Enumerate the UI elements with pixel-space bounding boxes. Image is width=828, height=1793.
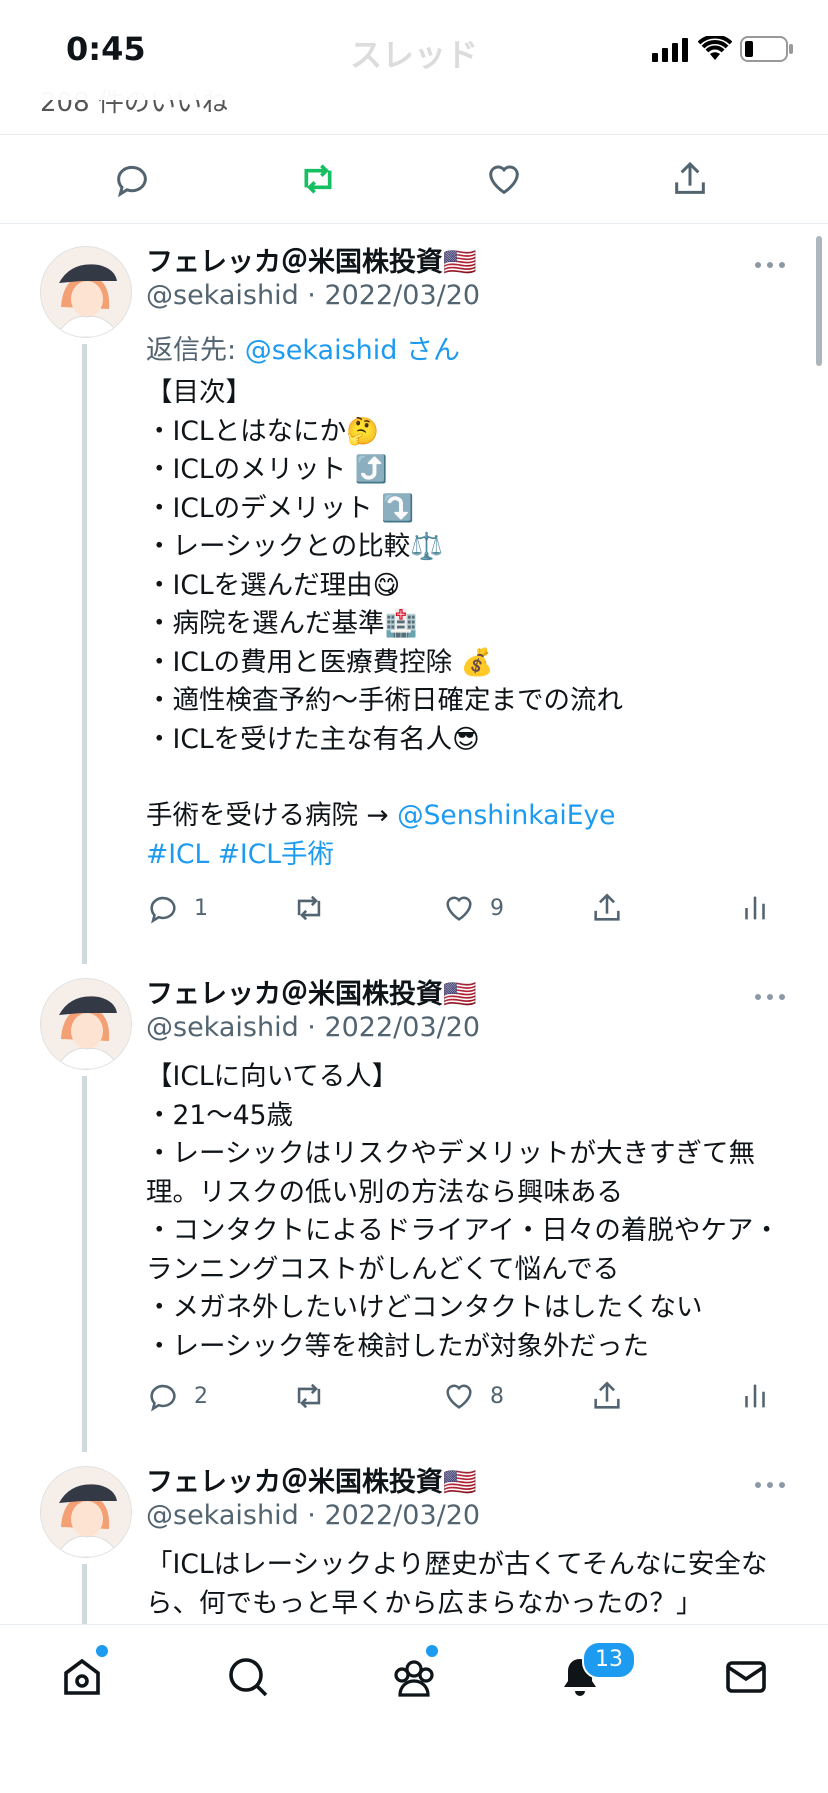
reply-button[interactable]: 2 (146, 1376, 208, 1416)
main-tweet-actions (0, 134, 828, 224)
thread-line (82, 1076, 87, 1452)
battery-icon (740, 36, 793, 62)
handle-date: @sekaishid · 2022/03/20 (146, 1012, 481, 1043)
share-icon (594, 893, 620, 921)
display-name[interactable]: フェレッカ＠米国株投資🇺🇸 (146, 1460, 477, 1499)
reply-count: 2 (194, 1383, 208, 1409)
share-button[interactable] (590, 1376, 624, 1416)
tweet-actions: 2 8 (146, 1376, 786, 1416)
more-icon[interactable] (754, 992, 786, 1002)
avatar-illustration-icon (41, 247, 131, 337)
avatar-illustration-icon (41, 1467, 131, 1557)
reply-icon (150, 1384, 176, 1412)
like-count: 8 (490, 1383, 504, 1409)
tweet[interactable]: フェレッカ＠米国株投資🇺🇸 @sekaishid · 2022/03/20 【I… (0, 972, 828, 1452)
communities-notification-dot (424, 1643, 440, 1659)
display-name[interactable]: フェレッカ＠米国株投資🇺🇸 (146, 972, 477, 1011)
tweet[interactable]: フェレッカ＠米国株投資🇺🇸 @sekaishid · 2022/03/20 「I… (0, 1460, 828, 1624)
tweet-actions: 1 9 (146, 888, 786, 928)
toc-line: ・ICLの費用と医療費控除 💰 (146, 646, 494, 678)
retweet-button[interactable] (292, 888, 326, 928)
share-icon[interactable] (670, 159, 710, 199)
retweet-button[interactable] (292, 1376, 326, 1416)
bottom-nav: 13 (0, 1624, 828, 1793)
hospital-prefix: 手術を受ける病院 → (146, 800, 398, 831)
reply-handle-link[interactable]: @sekaishid さん (245, 335, 460, 366)
like-button[interactable]: 9 (442, 888, 504, 928)
thread-line (82, 344, 87, 964)
more-icon[interactable] (754, 1480, 786, 1490)
analytics-icon (745, 1384, 765, 1408)
tweet-text: 「ICLはレーシックより歴史が古くてそんなに安全なら、何でもっと早くから広まらな… (146, 1549, 768, 1619)
like-button[interactable]: 8 (442, 1376, 504, 1416)
like-icon (446, 896, 472, 921)
avatar[interactable] (40, 246, 132, 338)
header-title: スレッド (350, 36, 479, 74)
thread-line (82, 1564, 87, 1624)
reply-icon[interactable] (112, 159, 152, 199)
reply-prefix: 返信先: (146, 335, 245, 366)
retweet-icon[interactable] (298, 159, 338, 199)
notification-badge: 13 (582, 1641, 636, 1679)
messages-icon[interactable] (722, 1653, 770, 1701)
status-bar: スレッド 0:45 (0, 0, 828, 100)
toc-line: ・ICLを選んだ理由😋 (146, 569, 401, 601)
avatar-illustration-icon (41, 979, 131, 1069)
hashtags[interactable]: #ICL #ICL手術 (146, 836, 786, 875)
home-icon[interactable] (58, 1653, 106, 1701)
like-count: 9 (490, 895, 504, 921)
toc-line: ・病院を選んだ基準🏥 (146, 608, 418, 639)
status-time: 0:45 (66, 30, 146, 68)
wifi-icon (698, 36, 732, 60)
toc-line: ・ICLのデメリット ⤵️ (146, 492, 415, 524)
reply-icon (150, 896, 176, 924)
tweet[interactable]: フェレッカ＠米国株投資🇺🇸 @sekaishid · 2022/03/20 返信… (0, 240, 828, 964)
handle-date: @sekaishid · 2022/03/20 (146, 280, 481, 311)
analytics-icon (745, 896, 765, 920)
share-icon (594, 1381, 620, 1409)
retweet-icon (297, 895, 321, 921)
toc-line: ・ICLとはなにか🤔 (146, 415, 380, 447)
toc-line: 【目次】 (146, 377, 252, 408)
toc-line: ・ICLのメリット ⤴️ (146, 454, 388, 485)
avatar[interactable] (40, 978, 132, 1070)
signal-icon (652, 38, 688, 62)
reply-button[interactable]: 1 (146, 888, 208, 928)
reply-to: 返信先: @sekaishid さん (146, 328, 460, 367)
avatar[interactable] (40, 1466, 132, 1558)
toc-line: ・ICLを受けた主な有名人😎 (146, 723, 480, 755)
reply-count: 1 (194, 895, 208, 921)
share-button[interactable] (590, 888, 624, 928)
search-icon[interactable] (224, 1653, 272, 1701)
home-notification-dot (94, 1643, 110, 1659)
retweet-icon (297, 1383, 321, 1409)
handle-date: @sekaishid · 2022/03/20 (146, 1500, 481, 1531)
like-icon[interactable] (484, 159, 524, 199)
communities-icon[interactable] (390, 1653, 438, 1701)
like-icon (446, 1384, 472, 1409)
analytics-button[interactable] (738, 1376, 772, 1416)
more-icon[interactable] (754, 260, 786, 270)
display-name[interactable]: フェレッカ＠米国株投資🇺🇸 (146, 240, 477, 279)
toc-line: ・適性検査予約〜手術日確定までの流れ (146, 685, 623, 716)
hospital-mention-link[interactable]: @SenshinkaiEye (397, 800, 615, 831)
tweet-text: 【目次】 ・ICLとはなにか🤔 ・ICLのメリット ⤴️ ・ICLのデメリット … (146, 374, 786, 874)
analytics-button[interactable] (738, 888, 772, 928)
tweet-text: 【ICLに向いてる人】 ・21〜45歳 ・レーシックはリスクやデメリットが大きす… (146, 1061, 780, 1362)
toc-line: ・レーシックとの比較⚖️ (146, 531, 444, 562)
